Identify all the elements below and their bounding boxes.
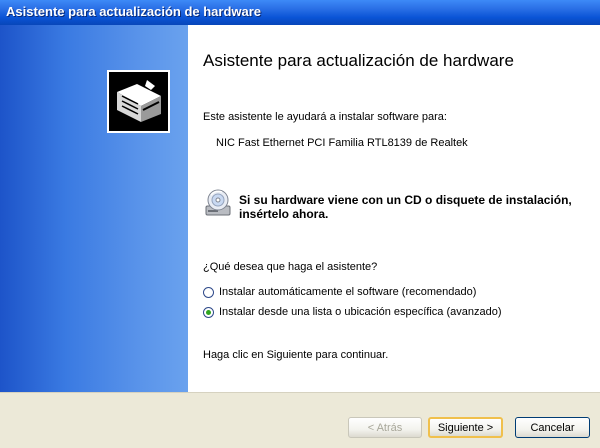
continue-hint: Haga clic en Siguiente para continuar. <box>203 349 389 361</box>
option-automatic[interactable]: Instalar automáticamente el software (re… <box>203 286 476 298</box>
wizard-sidebar <box>0 25 188 392</box>
back-button[interactable]: < Atrás <box>348 417 422 438</box>
option-manual[interactable]: Instalar desde una lista o ubicación esp… <box>203 306 502 318</box>
intro-text: Este asistente le ayudará a instalar sof… <box>203 111 447 123</box>
wizard-content: Asistente para actualización de hardware… <box>188 25 600 392</box>
cd-drive-icon <box>205 189 231 216</box>
window-title: Asistente para actualización de hardware <box>6 4 262 19</box>
cd-prompt: Si su hardware viene con un CD o disquet… <box>239 193 572 221</box>
radio-button-selected[interactable] <box>203 306 214 318</box>
option-label: Instalar desde una lista o ubicación esp… <box>219 306 502 318</box>
title-bar[interactable]: Asistente para actualización de hardware <box>0 0 600 25</box>
wizard-window: Asistente para actualización de hardware… <box>0 0 600 448</box>
question-label: ¿Qué desea que haga el asistente? <box>203 261 378 273</box>
page-title: Asistente para actualización de hardware <box>203 51 514 70</box>
hardware-wizard-icon <box>107 70 170 133</box>
option-label: Instalar automáticamente el software (re… <box>219 286 477 298</box>
button-bar: < Atrás Siguiente > Cancelar <box>0 392 600 448</box>
radio-button[interactable] <box>203 286 214 298</box>
device-name: NIC Fast Ethernet PCI Familia RTL8139 de… <box>216 137 468 149</box>
cancel-button[interactable]: Cancelar <box>515 417 590 438</box>
next-button[interactable]: Siguiente > <box>428 417 503 438</box>
